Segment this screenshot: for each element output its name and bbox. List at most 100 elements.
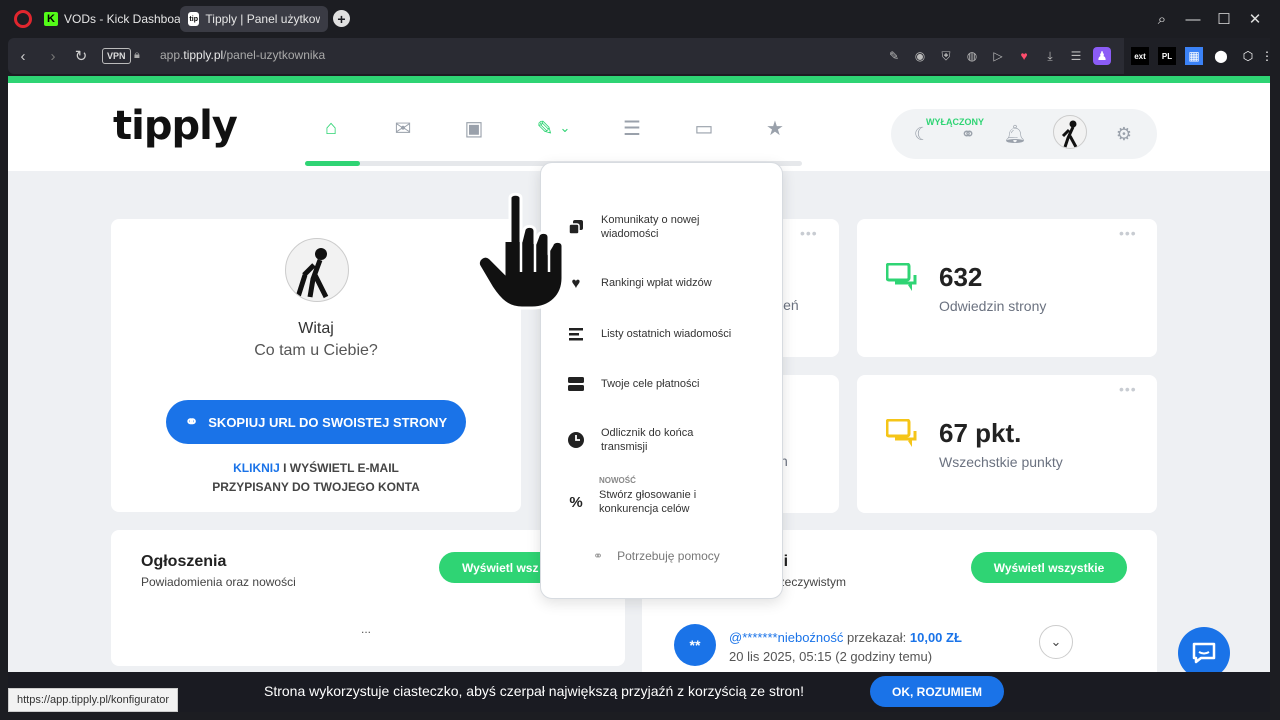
nav-window-icon[interactable]: ▭ bbox=[689, 113, 719, 143]
image-ext-icon[interactable]: ▦ bbox=[1185, 47, 1203, 65]
profile-card: Witaj Co tam u Ciebie? ⚭ SKOPIUJ URL DO … bbox=[111, 219, 521, 512]
menu-item-label: Twoje cele płatności bbox=[601, 378, 700, 390]
menu-icon[interactable]: ☰ bbox=[1067, 47, 1085, 65]
menu-item-label: Komunikaty o nowej wiadomości bbox=[601, 214, 700, 240]
hand-cursor-icon bbox=[476, 192, 565, 310]
reload-button[interactable]: ↻ bbox=[70, 46, 92, 66]
shield-icon[interactable]: ⛨ bbox=[937, 47, 955, 65]
camera-icon[interactable]: ◉ bbox=[911, 47, 929, 65]
back-button[interactable]: ‹ bbox=[12, 46, 34, 66]
copy-url-button[interactable]: ⚭ SKOPIUJ URL DO SWOISTEJ STRONY bbox=[166, 400, 466, 444]
site-header: tipply ⌂ ✉ ▣ ✎ ⌄ ☰ ▭ ★ ☾ WYŁĄCZONY ⚭ 🔔︎ … bbox=[8, 83, 1270, 171]
nav-home-icon[interactable]: ⌂ bbox=[316, 113, 346, 143]
pl-flag-icon[interactable]: PL bbox=[1158, 47, 1176, 65]
menu-item-label: Rankingi wpłat widzów bbox=[601, 277, 712, 289]
tab-tipply[interactable]: tip Tipply | Panel użytkownika bbox=[180, 6, 328, 32]
menu-item-payment-goals[interactable]: Twoje cele płatności bbox=[565, 373, 699, 395]
cookie-accept-button[interactable]: OK, ROZUMIEM bbox=[870, 676, 1004, 707]
greeting-subtitle: Co tam u Ciebie? bbox=[254, 342, 378, 359]
menu-item-rankings[interactable]: ♥ Rankingi wpłat widzów bbox=[565, 272, 712, 294]
email-link[interactable]: KLIKNIJ bbox=[233, 461, 280, 475]
forward-button[interactable]: › bbox=[42, 46, 64, 66]
edit-icon[interactable]: ✎ bbox=[885, 47, 903, 65]
cookie-text: Strona wykorzystuje ciasteczko, abyś cze… bbox=[264, 683, 804, 699]
expand-chevron-icon[interactable]: ⌄ bbox=[1039, 625, 1073, 659]
url-domain: tipply.pl bbox=[183, 48, 224, 62]
tipply-logo[interactable]: tipply bbox=[113, 103, 238, 149]
widgets-dropdown-menu: Komunikaty o nowej wiadomości ♥ Rankingi… bbox=[540, 162, 783, 599]
tip-time: 20 lis 2025, 05:15 (2 godziny temu) bbox=[729, 649, 933, 664]
profile-icon[interactable]: ♟ bbox=[1093, 47, 1111, 65]
new-badge: NOWOŚĆ bbox=[599, 476, 636, 485]
close-button[interactable]: ✕ bbox=[1243, 8, 1267, 30]
play-icon[interactable]: ▷ bbox=[989, 47, 1007, 65]
heart-icon[interactable]: ♥ bbox=[1015, 47, 1033, 65]
nav-goals-icon[interactable]: ☰ bbox=[617, 113, 647, 143]
menu-item-countdown[interactable]: Odlicznik do końca transmisji bbox=[565, 426, 711, 454]
list-icon bbox=[565, 323, 587, 345]
status-bar-url: https://app.tipply.pl/konfigurator bbox=[8, 688, 179, 712]
menu-item-recent-messages[interactable]: Listy ostatnich wiadomości bbox=[565, 323, 731, 345]
url-field[interactable]: app.tipply.pl/panel-uzytkownika bbox=[160, 48, 325, 62]
chevron-down-icon[interactable]: ⌄ bbox=[556, 113, 574, 143]
search-icon[interactable]: ⌕ bbox=[1150, 8, 1174, 30]
section-title: Ogłoszenia bbox=[141, 553, 227, 570]
percent-icon: % bbox=[569, 493, 583, 511]
tip-user[interactable]: @*******nieboźność bbox=[729, 630, 843, 645]
vpn-badge[interactable]: VPN bbox=[102, 48, 131, 64]
opera-logo-icon[interactable] bbox=[14, 10, 32, 28]
chat-icon bbox=[886, 419, 917, 447]
nav-star-icon[interactable]: ★ bbox=[760, 113, 790, 143]
card-menu-icon[interactable]: ••• bbox=[800, 225, 818, 241]
show-all-tips-button[interactable]: Wyświetl wszystkie bbox=[971, 552, 1127, 583]
gear-icon[interactable]: ⚙ bbox=[1112, 122, 1136, 146]
tab-kick[interactable]: K VODs - Kick Dashboard bbox=[36, 6, 199, 32]
cube-icon[interactable]: ⬡ bbox=[1239, 47, 1257, 65]
menu-item-label: Stwórz głosowanie i konkurencja celów bbox=[599, 489, 697, 515]
cookie-banner: Strona wykorzystuje ciasteczko, abyś cze… bbox=[8, 672, 1270, 712]
copy-url-label: SKOPIUJ URL DO SWOISTEJ STRONY bbox=[208, 414, 448, 430]
help-link[interactable]: ⚭ Potrzebuję pomocy bbox=[593, 549, 720, 563]
stat-label: Wszechstkie punkty bbox=[939, 454, 1063, 470]
lock-icon: 🔒︎ bbox=[134, 49, 140, 61]
menu-item-voting[interactable]: % Stwórz głosowanie i konkurencja celów bbox=[565, 488, 719, 516]
nav-wallet-icon[interactable]: ▣ bbox=[459, 113, 489, 143]
minimize-button[interactable]: — bbox=[1181, 8, 1205, 30]
new-tab-button[interactable]: + bbox=[333, 10, 350, 27]
tip-avatar: ** bbox=[674, 624, 716, 666]
maximize-button[interactable]: ☐ bbox=[1212, 8, 1236, 30]
more-icon[interactable]: ⋮ bbox=[1258, 47, 1276, 65]
url-prefix: app. bbox=[160, 48, 184, 62]
menu-item-label: Odlicznik do końca transmisji bbox=[601, 427, 694, 453]
stat-card-points: ••• 67 pkt. Wszechstkie punkty bbox=[857, 375, 1157, 513]
nav-mail-icon[interactable]: ✉ bbox=[388, 113, 418, 143]
menu-item-new-message-alerts[interactable]: Komunikaty o nowej wiadomości bbox=[565, 213, 725, 241]
link-icon: ⚭ bbox=[184, 414, 199, 431]
globe-icon[interactable]: ◍ bbox=[963, 47, 981, 65]
download-icon[interactable]: ⤓ bbox=[1041, 47, 1059, 65]
tipply-favicon-icon: tip bbox=[188, 12, 200, 26]
browser-tab-bar: K VODs - Kick Dashboard tip Tipply | Pan… bbox=[0, 0, 1280, 38]
bell-icon[interactable]: 🔔︎ bbox=[1003, 122, 1027, 146]
stat-card-visits: ••• 632 Odwiedzin strony bbox=[857, 219, 1157, 357]
link-icon[interactable]: ⚭ bbox=[956, 122, 980, 146]
stat-value: 67 pkt. bbox=[939, 418, 1022, 448]
tip-amount: 10,00 ZŁ bbox=[909, 630, 962, 645]
card-menu-icon[interactable]: ••• bbox=[1119, 381, 1137, 397]
avatar[interactable] bbox=[1053, 115, 1087, 149]
profile-avatar bbox=[285, 238, 349, 302]
email-line: KLIKNIJ I WYŚWIETL E-MAIL PRZYPISANY DO … bbox=[111, 459, 521, 497]
tab-title: VODs - Kick Dashboard bbox=[64, 12, 192, 26]
menu-item-label: Listy ostatnich wiadomości bbox=[601, 328, 732, 340]
kick-icon: K bbox=[44, 12, 58, 26]
card-menu-icon[interactable]: ••• bbox=[1119, 225, 1137, 241]
ext-label-icon[interactable]: ext bbox=[1131, 47, 1149, 65]
nav-active-indicator bbox=[305, 161, 360, 166]
email-text: I WYŚWIETL E-MAIL bbox=[279, 461, 399, 475]
stat-value: 632 bbox=[939, 262, 983, 292]
location-icon[interactable]: ⬤ bbox=[1212, 47, 1230, 65]
goal-icon bbox=[565, 373, 587, 395]
page-viewport: tipply ⌂ ✉ ▣ ✎ ⌄ ☰ ▭ ★ ☾ WYŁĄCZONY ⚭ 🔔︎ … bbox=[8, 76, 1270, 712]
loading-placeholder: ... bbox=[361, 622, 372, 636]
greeting: Witaj bbox=[298, 320, 334, 337]
